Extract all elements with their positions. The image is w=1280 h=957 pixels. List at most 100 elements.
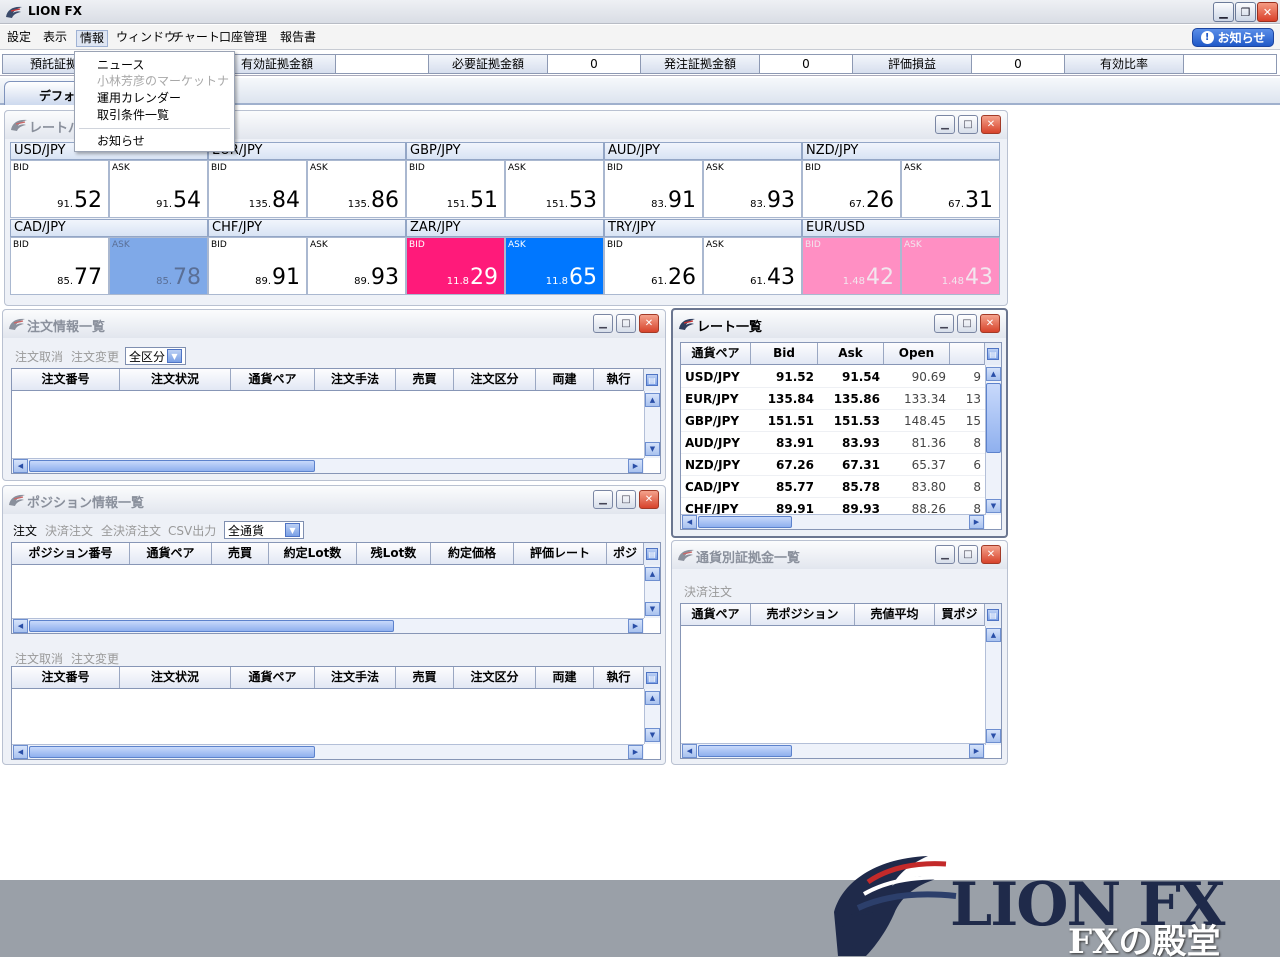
csv-export-button[interactable]: CSV出力 — [168, 522, 216, 539]
ask-button-chf-jpy[interactable]: ASK 89. 93 — [307, 237, 406, 295]
scroll-up-icon[interactable]: ▲ — [645, 567, 660, 581]
order-panel-header[interactable]: 注文情報一覧 ▁ □ ✕ — [3, 310, 665, 338]
column-chooser-button[interactable]: ▤ — [643, 543, 660, 565]
restore-window-button[interactable]: ❐ — [1235, 2, 1256, 22]
ask-button-try-jpy[interactable]: ASK 61. 43 — [703, 237, 802, 295]
order-type-filter[interactable]: 全区分 ▼ — [125, 347, 186, 365]
panel-close-button[interactable]: ✕ — [639, 314, 659, 333]
col-sell-average[interactable]: 売値平均 — [855, 604, 935, 625]
menu-report[interactable]: 報告書 — [277, 30, 319, 47]
margin-panel-header[interactable]: 通貨別証拠金一覧 ▁ □ ✕ — [672, 541, 1007, 569]
col-order-type[interactable]: 注文区分 — [454, 667, 536, 688]
bid-button-chf-jpy[interactable]: BID 89. 91 — [208, 237, 307, 295]
bid-button-gbp-jpy[interactable]: BID 151. 51 — [406, 160, 505, 218]
panel-minimize-button[interactable]: ▁ — [935, 545, 955, 564]
panel-close-button[interactable]: ✕ — [981, 115, 1001, 134]
scroll-up-icon[interactable]: ▲ — [986, 367, 1001, 381]
column-chooser-button[interactable]: ▤ — [643, 369, 660, 391]
menu-item-calendar[interactable]: 運用カレンダー — [97, 89, 181, 105]
panel-maximize-button[interactable]: □ — [616, 490, 636, 509]
bid-button-aud-jpy[interactable]: BID 83. 91 — [604, 160, 703, 218]
col-filled-lots[interactable]: 約定Lot数 — [269, 543, 357, 564]
panel-minimize-button[interactable]: ▁ — [935, 115, 955, 134]
panel-close-button[interactable]: ✕ — [980, 314, 1000, 333]
bid-button-nzd-jpy[interactable]: BID 67. 26 — [802, 160, 901, 218]
scroll-right-icon[interactable]: ▶ — [628, 619, 643, 633]
col-more[interactable] — [950, 343, 985, 364]
panel-close-button[interactable]: ✕ — [639, 490, 659, 509]
scroll-right-icon[interactable]: ▶ — [628, 745, 643, 759]
scroll-thumb[interactable] — [986, 383, 1001, 453]
panel-minimize-button[interactable]: ▁ — [593, 490, 613, 509]
rate-list-row[interactable]: EUR/JPY 135.84 135.86 133.34 13 — [681, 388, 985, 410]
menu-settings[interactable]: 設定 — [4, 30, 34, 47]
col-order-no[interactable]: 注文番号 — [12, 667, 120, 688]
col-currency-pair[interactable]: 通貨ペア — [231, 369, 315, 390]
panel-maximize-button[interactable]: □ — [957, 314, 977, 333]
panel-maximize-button[interactable]: □ — [958, 545, 978, 564]
col-hedge[interactable]: 両建 — [536, 369, 594, 390]
col-side[interactable]: 売買 — [212, 543, 269, 564]
scroll-down-icon[interactable]: ▼ — [986, 499, 1001, 513]
ask-button-nzd-jpy[interactable]: ASK 67. 31 — [901, 160, 1000, 218]
vertical-scrollbar[interactable]: ▲ ▼ — [644, 565, 660, 618]
rate-list-row[interactable]: AUD/JPY 83.91 83.93 81.36 8 — [681, 432, 985, 454]
menu-item-news[interactable]: ニュース — [97, 56, 144, 72]
panel-close-button[interactable]: ✕ — [981, 545, 1001, 564]
ask-button-eur-usd[interactable]: ASK 1.48 43 — [901, 237, 1000, 295]
col-currency-pair[interactable]: 通貨ペア — [231, 667, 315, 688]
scroll-down-icon[interactable]: ▼ — [645, 728, 660, 742]
scroll-thumb[interactable] — [29, 460, 315, 472]
rate-list-panel-header[interactable]: レート一覧 ▁ □ ✕ — [673, 310, 1006, 338]
bid-button-cad-jpy[interactable]: BID 85. 77 — [10, 237, 109, 295]
scroll-thumb[interactable] — [698, 516, 792, 528]
scroll-down-icon[interactable]: ▼ — [986, 729, 1001, 743]
scroll-down-icon[interactable]: ▼ — [645, 602, 660, 616]
col-order-status[interactable]: 注文状況 — [120, 667, 231, 688]
position-panel-header[interactable]: ポジション情報一覧 ▁ □ ✕ — [3, 486, 665, 514]
scroll-thumb[interactable] — [29, 746, 315, 758]
col-buy-position[interactable]: 買ポジ — [935, 604, 985, 625]
menu-info[interactable]: 情報 — [76, 30, 109, 47]
col-ask[interactable]: Ask — [818, 343, 884, 364]
col-order-method[interactable]: 注文手法 — [315, 667, 396, 688]
col-fill-price[interactable]: 約定価格 — [431, 543, 514, 564]
notice-button[interactable]: ! お知らせ — [1192, 28, 1274, 47]
col-pair[interactable]: 通貨ペア — [681, 604, 751, 625]
scroll-right-icon[interactable]: ▶ — [969, 515, 984, 529]
scroll-down-icon[interactable]: ▼ — [645, 442, 660, 456]
settle-order-button[interactable]: 決済注文 — [684, 583, 732, 600]
scroll-right-icon[interactable]: ▶ — [628, 459, 643, 473]
cancel-order-button[interactable]: 注文取消 — [15, 348, 63, 365]
horizontal-scrollbar[interactable]: ◀ ▶ — [12, 744, 644, 759]
bid-button-try-jpy[interactable]: BID 61. 26 — [604, 237, 703, 295]
scroll-left-icon[interactable]: ◀ — [13, 745, 28, 759]
menu-item-trading-conditions[interactable]: 取引条件一覧 — [97, 106, 169, 122]
bid-button-usd-jpy[interactable]: BID 91. 52 — [10, 160, 109, 218]
new-order-button[interactable]: 注文 — [13, 522, 37, 539]
scroll-thumb[interactable] — [29, 620, 394, 632]
settle-all-button[interactable]: 全決済注文 — [101, 522, 161, 539]
col-position[interactable]: ポジ — [607, 543, 644, 564]
col-open[interactable]: Open — [884, 343, 950, 364]
bid-button-eur-usd[interactable]: BID 1.48 42 — [802, 237, 901, 295]
scroll-up-icon[interactable]: ▲ — [645, 691, 660, 705]
horizontal-scrollbar[interactable]: ◀ ▶ — [681, 743, 985, 758]
col-order-status[interactable]: 注文状況 — [120, 369, 231, 390]
col-side[interactable]: 売買 — [396, 369, 454, 390]
rate-list-row[interactable]: NZD/JPY 67.26 67.31 65.37 6 — [681, 454, 985, 476]
scroll-left-icon[interactable]: ◀ — [13, 619, 28, 633]
rate-list-row[interactable]: CAD/JPY 85.77 85.78 83.80 8 — [681, 476, 985, 498]
menu-chart[interactable]: チャート — [169, 30, 223, 47]
ask-button-eur-jpy[interactable]: ASK 135. 86 — [307, 160, 406, 218]
panel-minimize-button[interactable]: ▁ — [593, 314, 613, 333]
menu-item-notice[interactable]: お知らせ — [97, 132, 145, 148]
settle-order-button[interactable]: 決済注文 — [45, 522, 93, 539]
horizontal-scrollbar[interactable]: ◀ ▶ — [12, 618, 644, 633]
scroll-thumb[interactable] — [698, 745, 792, 757]
col-currency-pair[interactable]: 通貨ペア — [130, 543, 212, 564]
scroll-up-icon[interactable]: ▲ — [986, 628, 1001, 642]
rate-list-row[interactable]: USD/JPY 91.52 91.54 90.69 9 — [681, 366, 985, 388]
minimize-window-button[interactable]: ▁ — [1213, 2, 1234, 22]
col-remaining-lots[interactable]: 残Lot数 — [357, 543, 431, 564]
